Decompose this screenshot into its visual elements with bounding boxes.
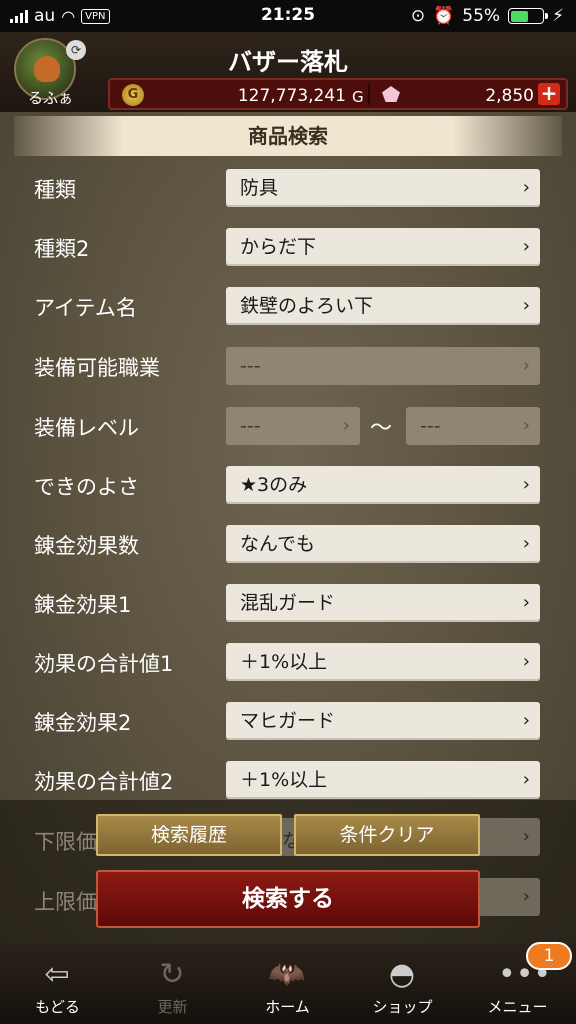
chevron-right-icon: › <box>522 474 530 495</box>
chevron-right-icon: › <box>522 651 530 672</box>
field-value: --- <box>240 355 261 377</box>
chevron-right-icon: › <box>522 826 530 847</box>
gold-coin-icon: G <box>122 84 144 106</box>
chevron-right-icon: › <box>522 533 530 554</box>
form-row-job: 装備可能職業 --- › <box>0 344 576 394</box>
range-separator: 〜 <box>370 416 393 441</box>
charging-icon: ⚡ <box>552 6 564 26</box>
field-value: --- <box>240 415 261 437</box>
battery-icon <box>508 8 549 24</box>
form-row-level: 装備レベル --- › 〜 --- › <box>0 404 576 454</box>
field-label: 種類 <box>34 178 76 202</box>
form-row-quality: できのよさ ★3のみ › <box>0 463 576 513</box>
battery-percent: 55% <box>462 6 501 26</box>
chevron-right-icon: › <box>522 886 530 907</box>
total2-select[interactable]: ＋1%以上 › <box>226 761 540 799</box>
status-bar: au ◠ VPN 21:25 ⊙ ⏰ 55% ⚡ <box>0 0 576 32</box>
alchemy-count-select[interactable]: なんでも › <box>226 525 540 563</box>
gem-amount: 2,850 <box>485 86 534 106</box>
rotation-lock-icon: ⊙ <box>410 6 426 26</box>
section-title: 商品検索 <box>14 116 562 156</box>
currency-bar: G 127,773,241 G 2,850 + <box>108 78 568 110</box>
chevron-right-icon: › <box>522 295 530 316</box>
nav-refresh[interactable]: ↻ 更新 <box>115 944 230 1024</box>
chevron-right-icon: › <box>342 415 350 436</box>
nav-home[interactable]: 🦇 ホーム <box>230 944 345 1024</box>
nav-back[interactable]: ⇦ もどる <box>0 944 115 1024</box>
form-row-type: 種類 防具 › <box>0 166 576 216</box>
refresh-icon: ↻ <box>159 957 185 992</box>
field-label: 錬金効果数 <box>34 534 139 558</box>
chevron-right-icon: › <box>522 355 530 376</box>
field-value: 防具 <box>240 177 279 199</box>
total1-select[interactable]: ＋1%以上 › <box>226 643 540 681</box>
chevron-right-icon: › <box>522 592 530 613</box>
field-label: 種類2 <box>34 237 90 261</box>
field-value: --- <box>420 415 441 437</box>
field-value: ★3のみ <box>240 474 308 496</box>
field-label: 装備レベル <box>34 416 139 440</box>
search-history-button[interactable]: 検索履歴 <box>96 814 282 856</box>
gem-icon <box>382 86 400 102</box>
chevron-right-icon: › <box>522 236 530 257</box>
type2-select[interactable]: からだ下 › <box>226 228 540 266</box>
type-select[interactable]: 防具 › <box>226 169 540 207</box>
field-label: 効果の合計値2 <box>34 770 174 794</box>
nav-label: ホーム <box>265 998 310 1016</box>
form-row-type2: 種類2 からだ下 › <box>0 225 576 275</box>
form-row-alchemy1: 錬金効果1 混乱ガード › <box>0 581 576 631</box>
nav-label: 更新 <box>157 998 188 1016</box>
level-min-select[interactable]: --- › <box>226 407 360 445</box>
field-label: アイテム名 <box>34 296 137 320</box>
chevron-right-icon: › <box>522 710 530 731</box>
nav-label: もどる <box>35 998 80 1016</box>
field-label: 効果の合計値1 <box>34 652 174 676</box>
page-title: バザー落札 <box>228 48 348 76</box>
alchemy2-select[interactable]: マヒガード › <box>226 702 540 740</box>
job-select[interactable]: --- › <box>226 347 540 385</box>
min-price-label: 下限価 <box>34 830 97 854</box>
field-value: 混乱ガード <box>240 592 336 614</box>
gold-unit: G <box>352 88 364 106</box>
form-row-total1: 効果の合計値1 ＋1%以上 › <box>0 640 576 690</box>
chevron-right-icon: › <box>522 177 530 198</box>
field-label: 錬金効果1 <box>34 593 132 617</box>
field-value: マヒガード <box>240 710 336 732</box>
gold-amount: 127,773,241 <box>237 86 346 106</box>
add-gems-button[interactable]: + <box>538 83 560 105</box>
currency-divider <box>368 83 370 105</box>
nav-label: ショップ <box>372 998 433 1016</box>
bottom-nav: ⇦ もどる ↻ 更新 🦇 ホーム ◓ ショップ ••• メニュー <box>0 944 576 1024</box>
field-value: ＋1%以上 <box>240 651 328 673</box>
level-max-select[interactable]: --- › <box>406 407 540 445</box>
back-arrow-icon: ⇦ <box>44 957 70 992</box>
form-row-alchemy-count: 錬金効果数 なんでも › <box>0 522 576 572</box>
player-name: るふぁ <box>28 89 74 107</box>
alchemy1-select[interactable]: 混乱ガード › <box>226 584 540 622</box>
item-name-select[interactable]: 鉄壁のよろい下 › <box>226 287 540 325</box>
dracky-icon: 🦇 <box>268 957 306 992</box>
field-value: なんでも <box>240 533 316 555</box>
quality-select[interactable]: ★3のみ › <box>226 466 540 504</box>
slime-icon: ◓ <box>388 957 416 992</box>
field-value: 鉄壁のよろい下 <box>240 295 374 317</box>
field-value: からだ下 <box>240 236 317 258</box>
field-value: ＋1%以上 <box>240 769 328 791</box>
notification-badge: 1 <box>526 942 572 970</box>
nav-shop[interactable]: ◓ ショップ <box>345 944 460 1024</box>
form-row-alchemy2: 錬金効果2 マヒガード › <box>0 699 576 749</box>
clear-conditions-button[interactable]: 条件クリア <box>294 814 480 856</box>
nav-label: メニュー <box>487 998 548 1016</box>
chevron-right-icon: › <box>522 415 530 436</box>
field-label: 錬金効果2 <box>34 711 132 735</box>
chevron-right-icon: › <box>522 769 530 790</box>
field-label: 装備可能職業 <box>34 356 160 380</box>
field-label: できのよさ <box>34 475 139 499</box>
alarm-icon: ⏰ <box>433 6 455 26</box>
search-button[interactable]: 検索する <box>96 870 480 928</box>
form-row-item-name: アイテム名 鉄壁のよろい下 › <box>0 284 576 334</box>
header: ⟳ るふぁ バザー落札 G 127,773,241 G 2,850 + <box>0 32 576 112</box>
max-price-label: 上限価 <box>34 890 97 914</box>
